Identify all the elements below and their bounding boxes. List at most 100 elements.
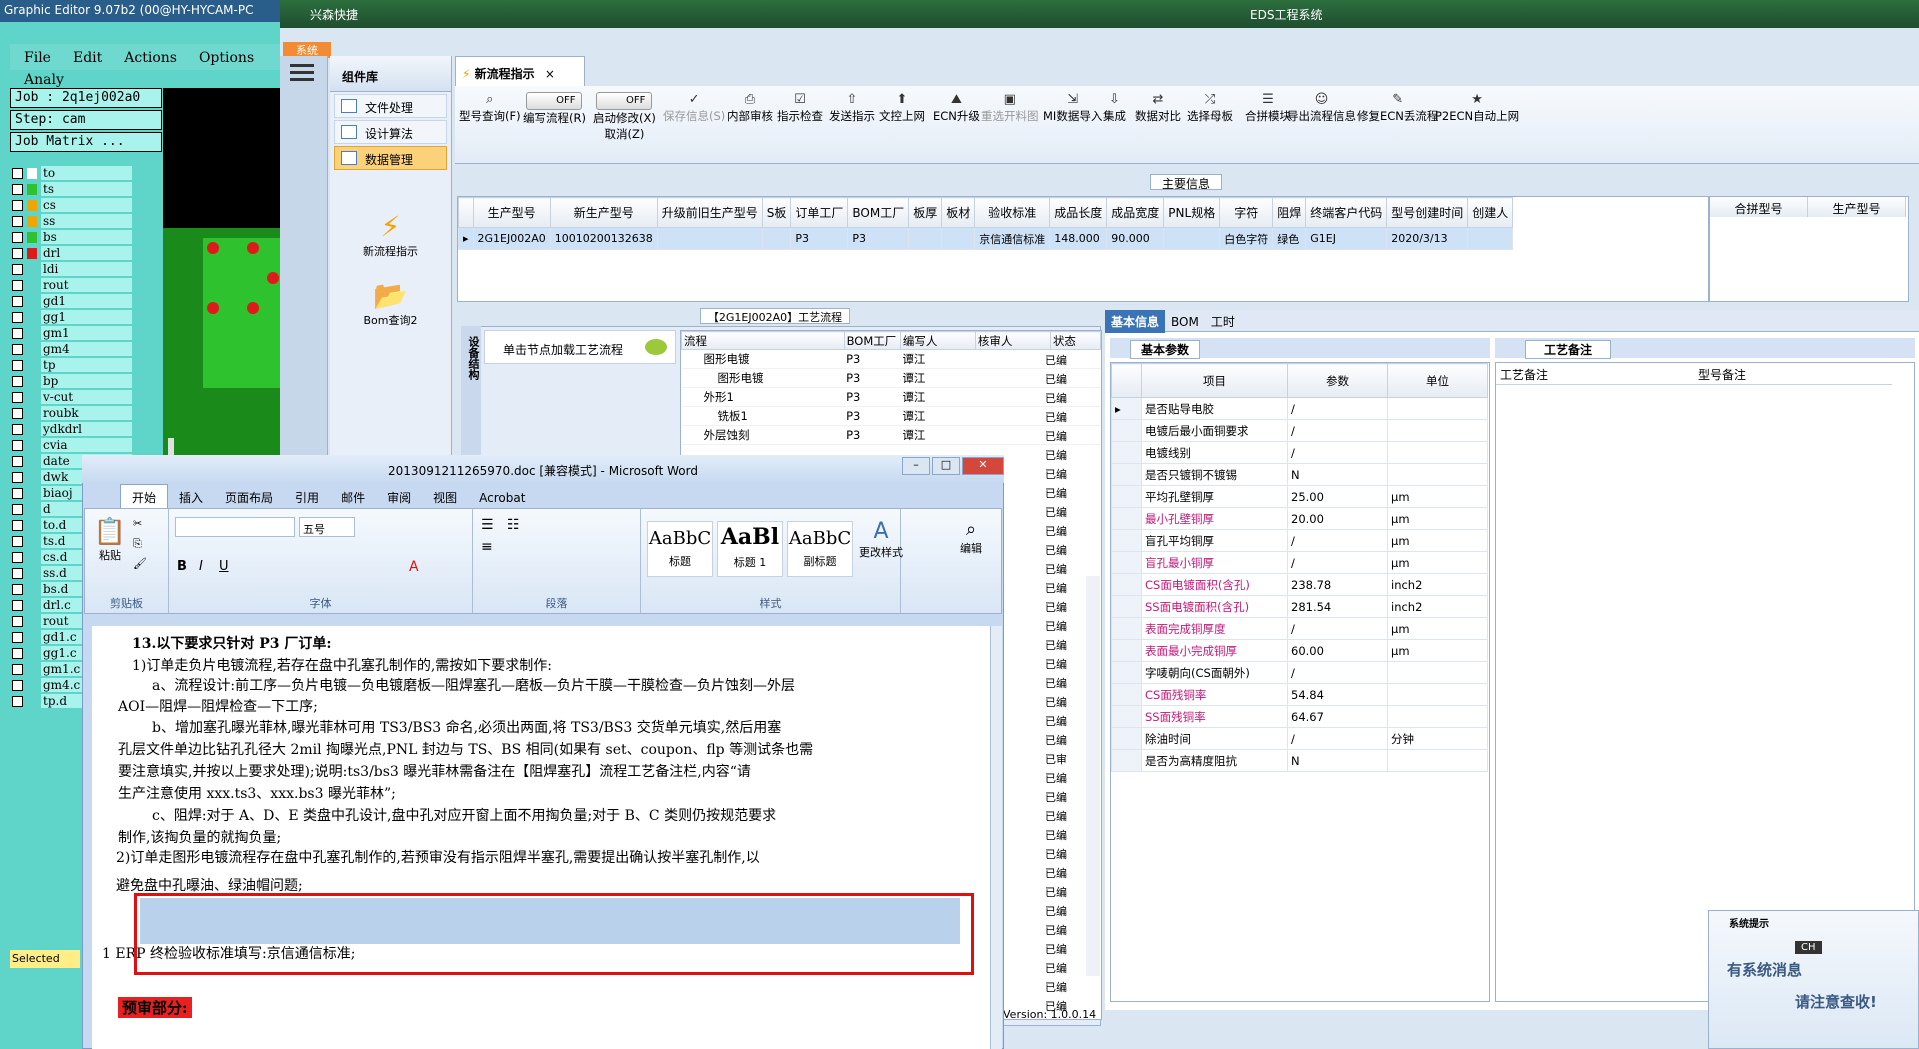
table-row[interactable]: 盲孔最小铜厚 / μm xyxy=(1111,551,1488,574)
table-row[interactable]: 电镀后最小面铜要求 / xyxy=(1111,419,1488,442)
table-row[interactable]: SS面电镀面积(含孔) 281.54 inch2 xyxy=(1111,595,1488,618)
layer-checkbox[interactable] xyxy=(12,535,23,547)
layer-row[interactable]: gm1 xyxy=(12,325,132,341)
toolbar-button[interactable]: ☺ 导出流程信息 xyxy=(1287,92,1356,124)
load-process-hint[interactable]: 单击节点加载工艺流程 xyxy=(484,330,676,364)
word-tab[interactable]: 引用 xyxy=(284,485,330,510)
layer-checkbox[interactable] xyxy=(12,679,23,691)
table-row[interactable]: 表面最小完成铜厚 60.00 μm xyxy=(1111,639,1488,662)
style-heading1[interactable]: AaBl 标题 1 xyxy=(717,521,783,577)
layer-checkbox[interactable] xyxy=(12,503,23,515)
layer-row[interactable]: gg1 xyxy=(12,309,132,325)
layer-checkbox[interactable] xyxy=(12,231,23,243)
tab-bom[interactable]: BOM xyxy=(1165,312,1205,332)
close-icon[interactable]: × xyxy=(545,67,555,81)
underline-button[interactable]: U xyxy=(219,559,229,574)
layer-checkbox[interactable] xyxy=(12,311,23,323)
table-row[interactable]: 平均孔壁铜厚 25.00 μm xyxy=(1111,485,1488,508)
layer-checkbox[interactable] xyxy=(12,471,23,483)
maximize-icon[interactable]: □ xyxy=(932,457,960,475)
layer-checkbox[interactable] xyxy=(12,663,23,675)
table-row[interactable]: 电镀线别 / xyxy=(1111,441,1488,464)
process-scrollbar[interactable] xyxy=(1086,576,1100,976)
bullets-icon[interactable]: ☰ xyxy=(481,517,494,533)
edit-button[interactable]: ⌕ 编辑 xyxy=(951,519,991,556)
bold-button[interactable]: B xyxy=(177,559,187,574)
align-left-icon[interactable]: ≡ xyxy=(481,539,493,555)
table-row[interactable]: 外形1 P3 谭江 xyxy=(681,387,1101,407)
format-painter-icon[interactable]: 🖌 xyxy=(133,557,147,570)
new-process-button[interactable]: ⚡ 新流程指示 xyxy=(330,210,451,259)
table-row[interactable]: 图形电镀 P3 谭江 xyxy=(681,368,1101,388)
layer-row[interactable]: rout xyxy=(12,277,132,293)
layer-checkbox[interactable] xyxy=(12,407,23,419)
word-tab[interactable]: 开始 xyxy=(120,484,169,510)
library-item-file[interactable]: 文件处理 xyxy=(334,94,447,118)
close-icon[interactable]: ✕ xyxy=(962,457,1004,475)
toolbar-button[interactable]: OFF 编写流程(R) xyxy=(523,92,586,126)
table-row[interactable]: 是否为高精度阻抗 N xyxy=(1111,749,1488,772)
layer-row[interactable]: ydkdrl xyxy=(12,421,132,437)
equipment-structure-tab[interactable]: 设备结构 xyxy=(461,326,481,456)
style-normal[interactable]: AaBbC 标题 xyxy=(647,521,713,577)
table-row[interactable]: ▸ 2G1EJ002A0 10010200132638 P3 P3 京信通信标准 148.0… xyxy=(458,227,1514,250)
craft-notes-tab[interactable]: 工艺备注 xyxy=(1525,340,1612,359)
layer-checkbox[interactable] xyxy=(12,375,23,387)
word-tab[interactable]: 插入 xyxy=(168,485,214,510)
document-page[interactable]: 13.以下要求只针对 P3 厂订单: 1)订单走负片电镀流程,若存在盘中孔塞孔制作… xyxy=(92,626,990,1049)
toolbar-button[interactable]: ✎ 修复ECN丢流程 xyxy=(1357,92,1438,124)
word-tab[interactable]: 审阅 xyxy=(376,485,422,510)
toolbar-button[interactable]: OFF 启动修改(X) 取消(Z) xyxy=(593,92,656,142)
toolbar-button[interactable]: ⇄ 数据对比 xyxy=(1135,92,1181,124)
table-row[interactable]: 除油时间 / 分钟 xyxy=(1111,727,1488,750)
layer-checkbox[interactable] xyxy=(12,391,23,403)
change-styles-button[interactable]: A 更改样式 xyxy=(859,519,903,560)
word-scrollbar[interactable] xyxy=(990,626,1002,1049)
cut-icon[interactable]: ✂ xyxy=(133,517,142,530)
table-row[interactable]: 字唛朝向(CS面朝外) / xyxy=(1111,661,1488,684)
layer-checkbox[interactable] xyxy=(12,583,23,595)
table-row[interactable]: ▸ 是否贴导电胶 / xyxy=(1111,397,1488,420)
layer-row[interactable]: gd1 xyxy=(12,293,132,309)
layer-checkbox[interactable] xyxy=(12,455,23,467)
word-tab[interactable]: 视图 xyxy=(422,485,468,510)
toolbar-button[interactable]: ▣ 重选开料图 xyxy=(981,92,1039,124)
italic-button[interactable]: I xyxy=(199,559,203,574)
copy-icon[interactable]: ⎘ xyxy=(133,537,142,551)
library-item-data[interactable]: 数据管理 xyxy=(334,146,447,170)
layer-checkbox[interactable] xyxy=(12,343,23,355)
toolbar-button[interactable]: ✓ 保存信息(S) xyxy=(663,92,725,124)
table-row[interactable]: 外层蚀刻 P3 谭江 xyxy=(681,425,1101,445)
layer-checkbox[interactable] xyxy=(12,359,23,371)
toolbar-button[interactable]: ⇧ 发送指示 xyxy=(829,92,875,124)
layer-row[interactable]: drl xyxy=(12,245,132,261)
ge-menu-options[interactable]: Options xyxy=(199,50,254,66)
layer-checkbox[interactable] xyxy=(12,567,23,579)
table-row[interactable]: 最小孔壁铜厚 20.00 μm xyxy=(1111,507,1488,530)
layer-checkbox[interactable] xyxy=(12,199,23,211)
layer-row[interactable]: v-cut xyxy=(12,389,132,405)
layer-checkbox[interactable] xyxy=(12,183,23,195)
layer-row[interactable]: cs xyxy=(12,197,132,213)
font-color-icon[interactable]: A xyxy=(409,559,419,575)
ge-menu-analysis[interactable]: Analy xyxy=(24,72,64,88)
layer-checkbox[interactable] xyxy=(12,615,23,627)
layer-checkbox[interactable] xyxy=(12,519,23,531)
layer-checkbox[interactable] xyxy=(12,695,23,707)
toolbar-button[interactable]: ☑ 指示检查 xyxy=(777,92,823,124)
layer-checkbox[interactable] xyxy=(12,215,23,227)
layer-checkbox[interactable] xyxy=(12,295,23,307)
style-subtitle[interactable]: AaBbC 副标题 xyxy=(787,521,853,577)
toolbar-button[interactable]: ⤮ 选择母板 xyxy=(1187,92,1233,124)
layer-checkbox[interactable] xyxy=(12,439,23,451)
layer-row[interactable]: tp xyxy=(12,357,132,373)
toggle-off[interactable]: OFF xyxy=(596,92,653,110)
cancel-label[interactable]: 取消(Z) xyxy=(593,126,656,142)
layer-row[interactable]: ts xyxy=(12,181,132,197)
layer-checkbox[interactable] xyxy=(12,263,23,275)
numbering-icon[interactable]: ☷ xyxy=(507,517,520,533)
word-tab[interactable]: 邮件 xyxy=(330,485,376,510)
layer-row[interactable]: bp xyxy=(12,373,132,389)
table-row[interactable]: 表面完成铜厚度 / μm xyxy=(1111,617,1488,640)
toolbar-button[interactable]: ⛰ ECN升级 xyxy=(933,92,980,124)
